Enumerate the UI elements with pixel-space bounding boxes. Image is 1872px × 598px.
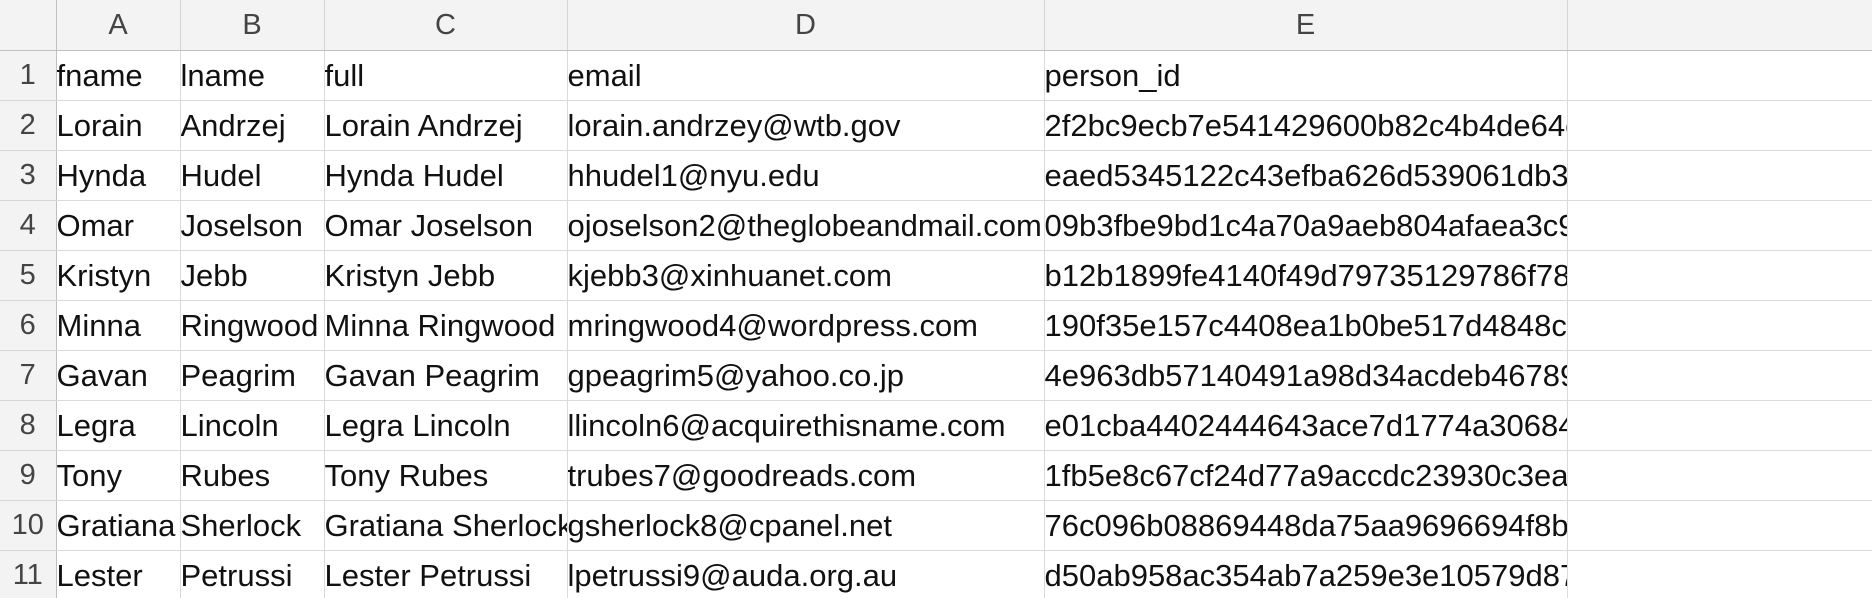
- cell-b11[interactable]: Petrussi: [180, 550, 325, 598]
- cell-b5[interactable]: Jebb: [180, 250, 325, 301]
- cell-e7[interactable]: 4e963db57140491a98d34acdeb467896: [1044, 350, 1568, 401]
- table-row: 11 Lester Petrussi Lester Petrussi lpetrussi…: [0, 550, 1872, 598]
- cell-d8[interactable]: llincoln6@acquirethisname.com: [567, 400, 1045, 451]
- cell-b10[interactable]: Sherlock: [180, 500, 325, 551]
- cell-e1[interactable]: person_id: [1044, 50, 1568, 101]
- table-row: 9 Tony Rubes Tony Rubes trubes7@goodreads.co…: [0, 450, 1872, 501]
- column-header-f[interactable]: [1567, 0, 1872, 51]
- row-header[interactable]: 7: [0, 350, 57, 401]
- table-row: 7 Gavan Peagrim Gavan Peagrim gpeagrim5@yaho…: [0, 350, 1872, 401]
- cell-d3[interactable]: hhudel1@nyu.edu: [567, 150, 1045, 201]
- cell-a10[interactable]: Gratiana: [56, 500, 181, 551]
- cell-b1[interactable]: lname: [180, 50, 325, 101]
- cell-d5[interactable]: kjebb3@xinhuanet.com: [567, 250, 1045, 301]
- cell-a6[interactable]: Minna: [56, 300, 181, 351]
- cell-d4[interactable]: ojoselson2@theglobeandmail.com: [567, 200, 1045, 251]
- cell-d10[interactable]: gsherlock8@cpanel.net: [567, 500, 1045, 551]
- cell-d6[interactable]: mringwood4@wordpress.com: [567, 300, 1045, 351]
- row-header[interactable]: 8: [0, 400, 57, 451]
- cell-d7[interactable]: gpeagrim5@yahoo.co.jp: [567, 350, 1045, 401]
- cell-e2[interactable]: 2f2bc9ecb7e541429600b82c4b4de64e: [1044, 100, 1568, 151]
- row-header[interactable]: 9: [0, 450, 57, 501]
- cell-f7[interactable]: [1567, 350, 1872, 401]
- cell-f4[interactable]: [1567, 200, 1872, 251]
- row-header[interactable]: 1: [0, 50, 57, 101]
- cell-a4[interactable]: Omar: [56, 200, 181, 251]
- cell-e4[interactable]: 09b3fbe9bd1c4a70a9aeb804afaea3c9: [1044, 200, 1568, 251]
- row-header[interactable]: 11: [0, 550, 57, 598]
- cell-f1[interactable]: [1567, 50, 1872, 101]
- cell-a5[interactable]: Kristyn: [56, 250, 181, 301]
- table-row: 5 Kristyn Jebb Kristyn Jebb kjebb3@xinhuanet…: [0, 250, 1872, 301]
- row-header[interactable]: 2: [0, 100, 57, 151]
- cell-a7[interactable]: Gavan: [56, 350, 181, 401]
- cell-c8[interactable]: Legra Lincoln: [324, 400, 568, 451]
- table-row: 1 fname lname full email person_id: [0, 50, 1872, 101]
- cell-c7[interactable]: Gavan Peagrim: [324, 350, 568, 401]
- column-header-e[interactable]: E: [1044, 0, 1568, 51]
- cell-a1[interactable]: fname: [56, 50, 181, 101]
- cell-f8[interactable]: [1567, 400, 1872, 451]
- table-row: 3 Hynda Hudel Hynda Hudel hhudel1@nyu.edu eae…: [0, 150, 1872, 201]
- cell-f10[interactable]: [1567, 500, 1872, 551]
- cell-e8[interactable]: e01cba4402444643ace7d1774a30684b: [1044, 400, 1568, 451]
- cell-d1[interactable]: email: [567, 50, 1045, 101]
- cell-b8[interactable]: Lincoln: [180, 400, 325, 451]
- cell-c1[interactable]: full: [324, 50, 568, 101]
- column-header-row: A B C D E: [0, 0, 1872, 51]
- table-row: 10 Gratiana Sherlock Gratiana Sherlock gsher…: [0, 500, 1872, 551]
- cell-c4[interactable]: Omar Joselson: [324, 200, 568, 251]
- row-header[interactable]: 10: [0, 500, 57, 551]
- cell-c6[interactable]: Minna Ringwood: [324, 300, 568, 351]
- cell-c10[interactable]: Gratiana Sherlock: [324, 500, 568, 551]
- table-row: 2 Lorain Andrzej Lorain Andrzej lorain.andrz…: [0, 100, 1872, 151]
- row-header[interactable]: 4: [0, 200, 57, 251]
- column-header-b[interactable]: B: [180, 0, 325, 51]
- cell-a11[interactable]: Lester: [56, 550, 181, 598]
- cell-b3[interactable]: Hudel: [180, 150, 325, 201]
- cell-b4[interactable]: Joselson: [180, 200, 325, 251]
- table-row: 8 Legra Lincoln Legra Lincoln llincoln6@acqu…: [0, 400, 1872, 451]
- cell-c5[interactable]: Kristyn Jebb: [324, 250, 568, 301]
- select-all-corner[interactable]: [0, 0, 57, 51]
- cell-f9[interactable]: [1567, 450, 1872, 501]
- cell-a3[interactable]: Hynda: [56, 150, 181, 201]
- row-header[interactable]: 6: [0, 300, 57, 351]
- cell-a9[interactable]: Tony: [56, 450, 181, 501]
- cell-table: A B C D E 1 fname lname full email person_id 2…: [0, 0, 1872, 598]
- table-row: 6 Minna Ringwood Minna Ringwood mringwood4@w…: [0, 300, 1872, 351]
- cell-b9[interactable]: Rubes: [180, 450, 325, 501]
- column-header-d[interactable]: D: [567, 0, 1045, 51]
- row-header[interactable]: 5: [0, 250, 57, 301]
- cell-f5[interactable]: [1567, 250, 1872, 301]
- cell-e10[interactable]: 76c096b08869448da75aa9696694f8b6: [1044, 500, 1568, 551]
- cell-f2[interactable]: [1567, 100, 1872, 151]
- cell-c3[interactable]: Hynda Hudel: [324, 150, 568, 201]
- cell-e11[interactable]: d50ab958ac354ab7a259e3e10579d874: [1044, 550, 1568, 598]
- cell-e9[interactable]: 1fb5e8c67cf24d77a9accdc23930c3ea: [1044, 450, 1568, 501]
- cell-d9[interactable]: trubes7@goodreads.com: [567, 450, 1045, 501]
- cell-d2[interactable]: lorain.andrzey@wtb.gov: [567, 100, 1045, 151]
- table-row: 4 Omar Joselson Omar Joselson ojoselson2@the…: [0, 200, 1872, 251]
- cell-a2[interactable]: Lorain: [56, 100, 181, 151]
- cell-e6[interactable]: 190f35e157c4408ea1b0be517d4848ce: [1044, 300, 1568, 351]
- cell-f11[interactable]: [1567, 550, 1872, 598]
- cell-b6[interactable]: Ringwood: [180, 300, 325, 351]
- cell-c11[interactable]: Lester Petrussi: [324, 550, 568, 598]
- cell-c9[interactable]: Tony Rubes: [324, 450, 568, 501]
- column-header-c[interactable]: C: [324, 0, 568, 51]
- cell-c2[interactable]: Lorain Andrzej: [324, 100, 568, 151]
- spreadsheet-grid: A B C D E 1 fname lname full email person_id 2…: [0, 0, 1872, 598]
- cell-e3[interactable]: eaed5345122c43efba626d539061db31: [1044, 150, 1568, 201]
- cell-e5[interactable]: b12b1899fe4140f49d79735129786f78: [1044, 250, 1568, 301]
- cell-b7[interactable]: Peagrim: [180, 350, 325, 401]
- cell-b2[interactable]: Andrzej: [180, 100, 325, 151]
- cell-d11[interactable]: lpetrussi9@auda.org.au: [567, 550, 1045, 598]
- row-header[interactable]: 3: [0, 150, 57, 201]
- cell-f3[interactable]: [1567, 150, 1872, 201]
- cell-f6[interactable]: [1567, 300, 1872, 351]
- cell-a8[interactable]: Legra: [56, 400, 181, 451]
- column-header-a[interactable]: A: [56, 0, 181, 51]
